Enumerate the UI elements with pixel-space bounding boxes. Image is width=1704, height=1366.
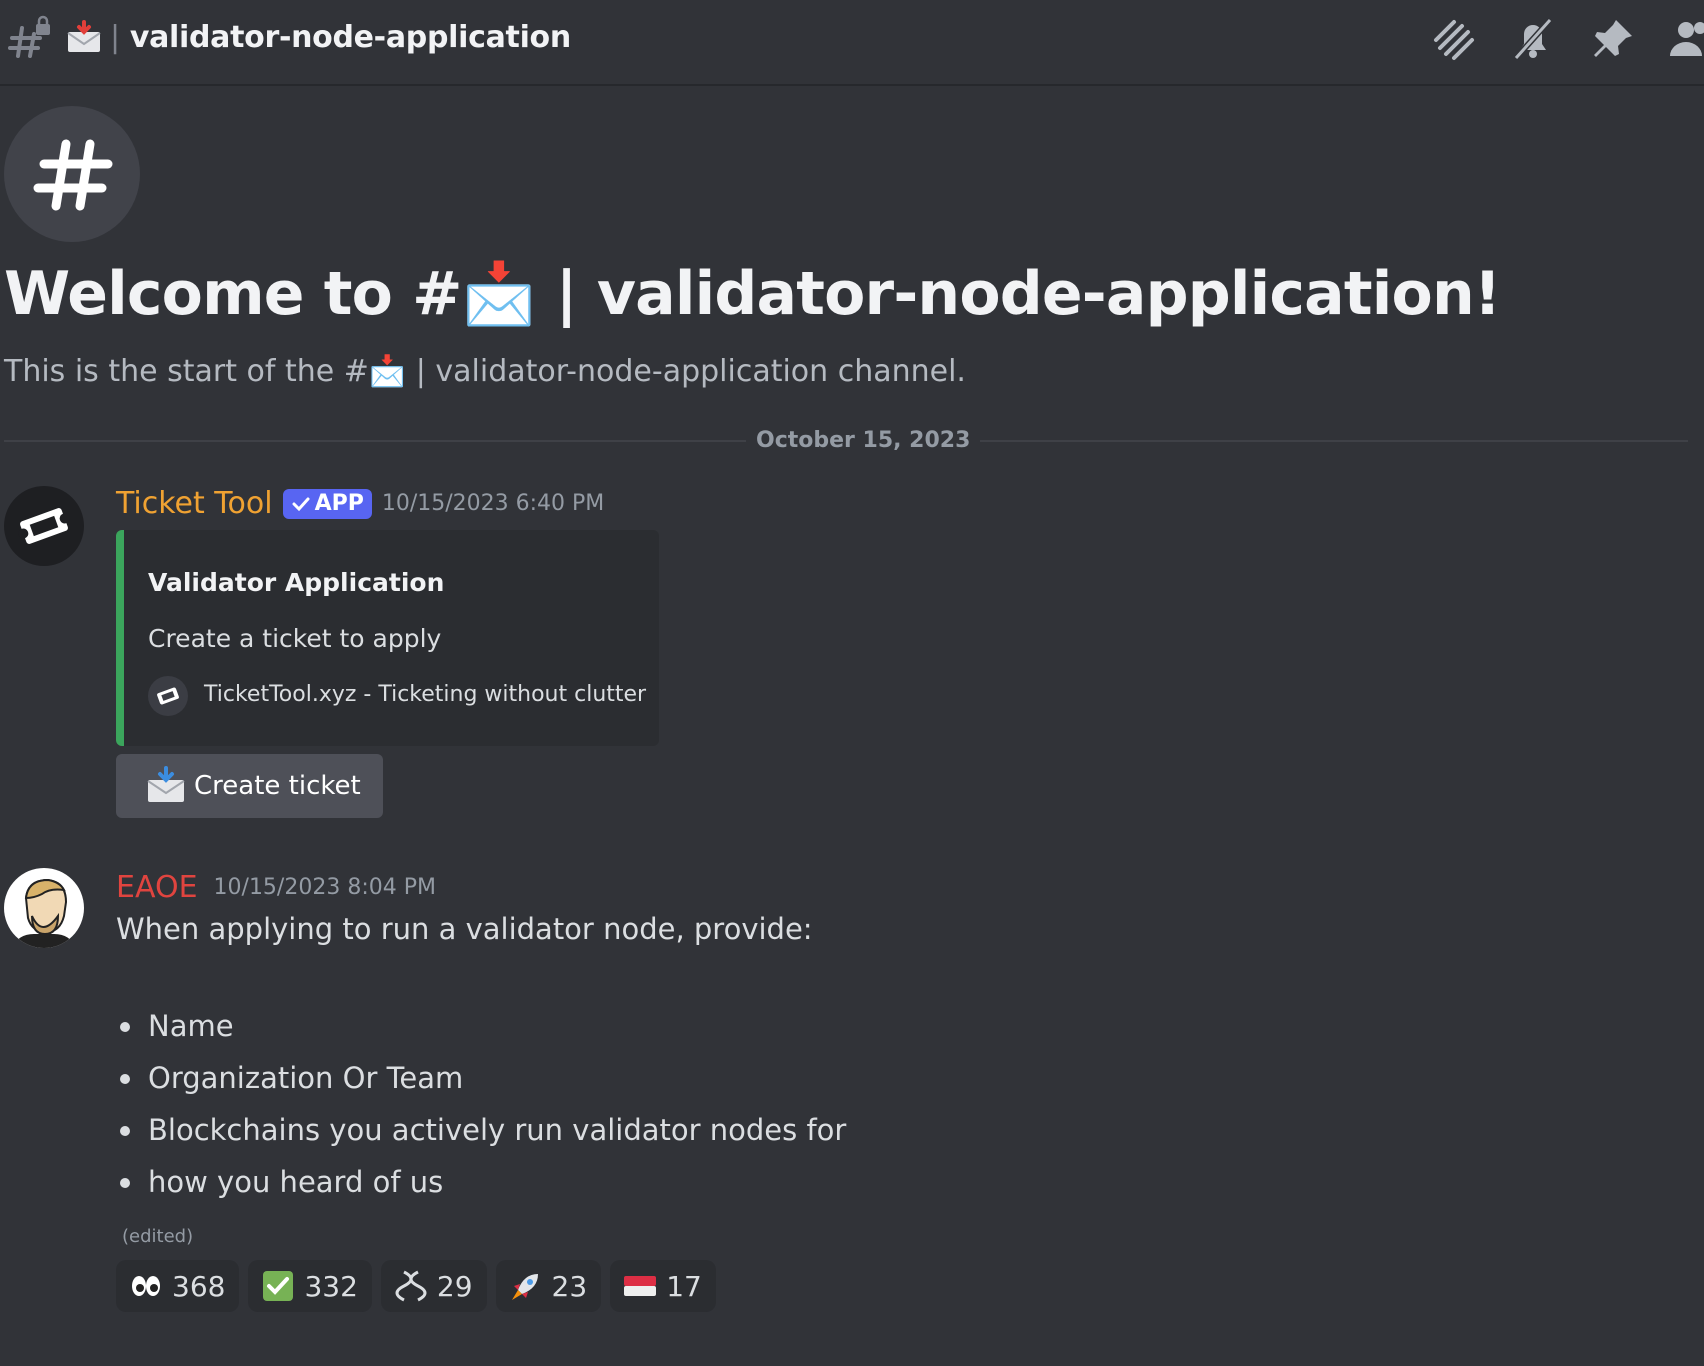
bearded-man-avatar (12, 878, 76, 948)
avatar[interactable] (4, 486, 84, 566)
channel-header: | validator-node-application (0, 0, 1704, 86)
hashtag-icon (33, 139, 113, 211)
embed-description: Create a ticket to apply (148, 624, 442, 653)
dna-icon (395, 1270, 427, 1302)
threads-icon[interactable] (1428, 14, 1478, 64)
reaction-dna[interactable]: 29 (380, 1260, 487, 1312)
checkmark-icon (292, 497, 310, 511)
check-mark-icon (262, 1270, 294, 1302)
message-header: EAOE 10/15/2023 8:04 PM (116, 870, 436, 905)
reaction-count: 17 (666, 1269, 702, 1303)
reaction-count: 23 (551, 1269, 588, 1303)
welcome-title: Welcome to #📩 | validator-node-applicati… (4, 259, 1501, 329)
flag-icon (624, 1270, 657, 1302)
embed-title: Validator Application (148, 568, 445, 597)
author-name[interactable]: EAOE (116, 870, 198, 905)
reaction-count: 368 (172, 1269, 226, 1303)
avatar[interactable] (4, 868, 84, 948)
create-ticket-label: Create ticket (194, 771, 361, 801)
reaction-eyes[interactable]: 368 (116, 1260, 240, 1312)
channel-hashtag-avatar (4, 106, 140, 242)
ticket-icon (157, 687, 179, 705)
hashtag-lock-icon (8, 15, 50, 58)
channel-title: | validator-node-application (110, 20, 571, 55)
mute-bell-icon[interactable] (1508, 14, 1558, 64)
embed-footer-icon (148, 676, 188, 716)
date-divider-label: October 15, 2023 (746, 428, 981, 453)
list-item: Organization Or Team (116, 1058, 846, 1110)
envelope-icon (67, 20, 101, 52)
author-name[interactable]: Ticket Tool (116, 486, 273, 521)
message-body: When applying to run a validator node, p… (116, 912, 813, 946)
rocket-icon (510, 1270, 542, 1302)
app-badge: APP (282, 488, 372, 519)
list-item: how you heard of us (116, 1162, 846, 1214)
message-embed: Validator Application Create a ticket to… (116, 530, 659, 746)
reaction-flag[interactable]: 17 (610, 1260, 716, 1312)
message-header: Ticket Tool APP 10/15/2023 6:40 PM (116, 486, 604, 521)
reaction-count: 29 (436, 1269, 473, 1303)
reaction-rocket[interactable]: 23 (495, 1260, 602, 1312)
ticket-icon (18, 508, 70, 544)
reaction-check[interactable]: 332 (248, 1260, 372, 1312)
envelope-icon (147, 766, 185, 802)
edited-label: (edited) (122, 1226, 194, 1247)
message-bullet-list: Name Organization Or Team Blockchains yo… (116, 1006, 846, 1214)
welcome-subtitle: This is the start of the #📩 | validator-… (4, 354, 966, 389)
embed-footer-text: TicketTool.xyz - Ticketing without clutt… (204, 682, 647, 707)
list-item: Name (116, 1006, 846, 1058)
create-ticket-button[interactable]: Create ticket (116, 754, 383, 818)
message-timestamp[interactable]: 10/15/2023 6:40 PM (382, 491, 604, 516)
reaction-count: 332 (304, 1269, 358, 1303)
message-timestamp[interactable]: 10/15/2023 8:04 PM (214, 875, 436, 900)
list-item: Blockchains you actively run validator n… (116, 1110, 846, 1162)
pin-icon[interactable] (1588, 14, 1638, 64)
reactions-bar: 368 332 29 23 17 (116, 1260, 716, 1312)
members-icon[interactable] (1664, 14, 1704, 64)
eyes-icon (130, 1270, 162, 1302)
